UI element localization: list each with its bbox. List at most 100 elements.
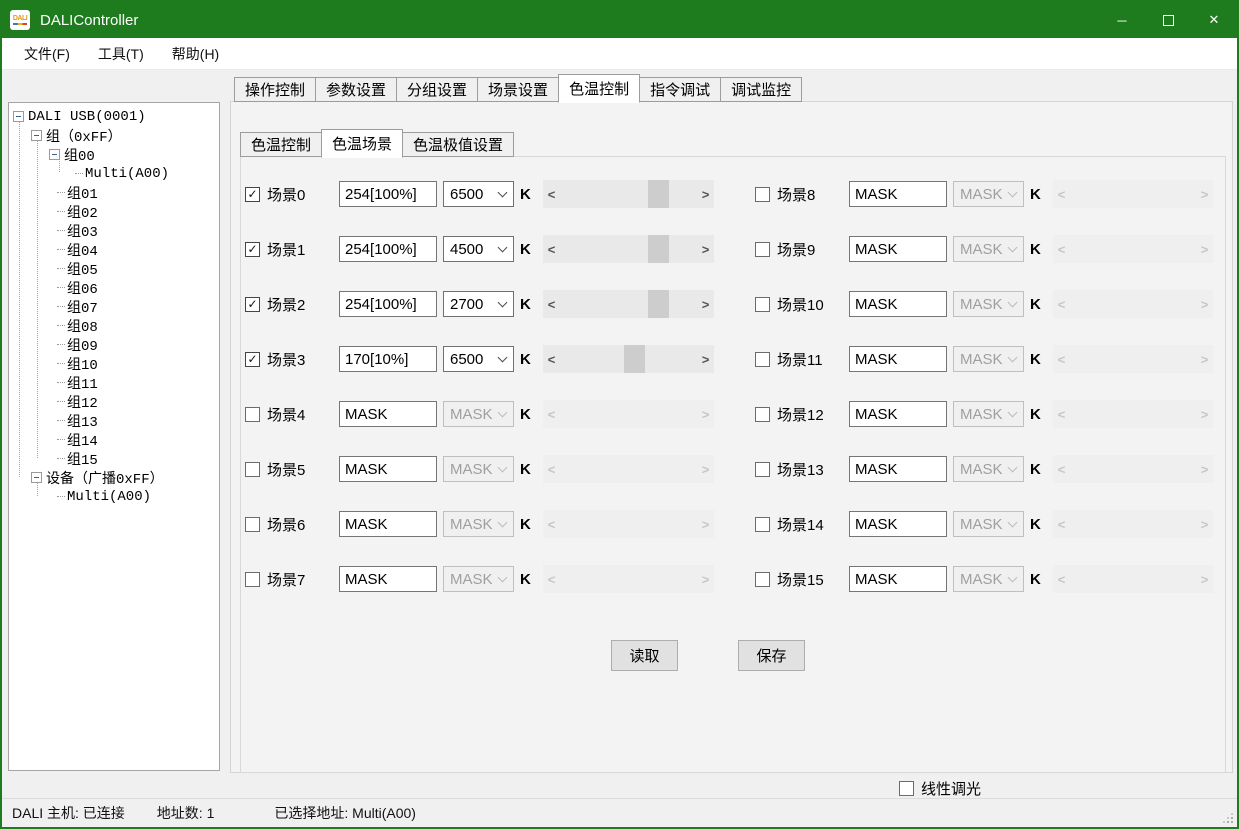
scroll-left-icon[interactable]: < [1053,565,1070,593]
color-temp-scrollbar[interactable]: < > [1053,290,1213,318]
scrollbar-thumb[interactable] [648,235,669,263]
scroll-right-icon[interactable]: > [697,290,714,318]
tree-item[interactable]: 组15 [9,449,219,468]
level-input[interactable] [339,181,437,207]
level-input[interactable] [339,456,437,482]
scroll-right-icon[interactable]: > [1196,455,1213,483]
scene-checkbox[interactable] [245,407,260,422]
level-input[interactable] [339,566,437,592]
scroll-right-icon[interactable]: > [1196,345,1213,373]
level-input[interactable] [849,346,947,372]
collapse-icon[interactable] [13,111,24,122]
scene-checkbox[interactable] [245,242,260,257]
tree-item[interactable]: 组08 [9,316,219,335]
menu-file[interactable]: 文件(F) [10,38,84,69]
color-temp-combobox[interactable]: MASK [953,236,1024,262]
scroll-right-icon[interactable]: > [1196,180,1213,208]
level-input[interactable] [339,346,437,372]
subtab-color-temp-limits[interactable]: 色温极值设置 [402,132,514,157]
color-temp-combobox[interactable]: MASK [443,511,514,537]
color-temp-scrollbar[interactable]: < > [1053,345,1213,373]
color-temp-combobox[interactable]: MASK [443,566,514,592]
color-temp-combobox[interactable]: MASK [953,511,1024,537]
color-temp-scrollbar[interactable]: < > [543,235,714,263]
scroll-right-icon[interactable]: > [697,455,714,483]
scene-checkbox[interactable] [245,352,260,367]
scene-checkbox[interactable] [245,187,260,202]
color-temp-combobox[interactable]: MASK [443,456,514,482]
read-button[interactable]: 读取 [611,640,678,671]
tree-item[interactable]: 组14 [9,430,219,449]
color-temp-combobox[interactable]: MASK [443,401,514,427]
color-temp-combobox[interactable]: 6500 [443,181,514,207]
color-temp-scrollbar[interactable]: < > [543,180,714,208]
subtab-color-temp-control[interactable]: 色温控制 [240,132,322,157]
color-temp-combobox[interactable]: 2700 [443,291,514,317]
tree-item[interactable]: 组（0xFF） [9,126,219,145]
scroll-left-icon[interactable]: < [1053,400,1070,428]
close-button[interactable]: ✕ [1191,2,1237,38]
collapse-icon[interactable] [49,149,60,160]
scroll-right-icon[interactable]: > [1196,565,1213,593]
tab-parameter-settings[interactable]: 参数设置 [315,77,397,102]
tree-item[interactable]: 组07 [9,297,219,316]
color-temp-scrollbar[interactable]: < > [543,345,714,373]
scene-checkbox[interactable] [755,407,770,422]
tree-item[interactable]: 组01 [9,183,219,202]
color-temp-scrollbar[interactable]: < > [1053,455,1213,483]
scene-checkbox[interactable] [755,462,770,477]
color-temp-combobox[interactable]: MASK [953,456,1024,482]
tree-item[interactable]: Multi(A00) [9,487,219,506]
color-temp-scrollbar[interactable]: < > [1053,400,1213,428]
level-input[interactable] [339,236,437,262]
scrollbar-thumb[interactable] [624,345,645,373]
level-input[interactable] [849,181,947,207]
level-input[interactable] [849,456,947,482]
scroll-right-icon[interactable]: > [1196,235,1213,263]
color-temp-combobox[interactable]: 4500 [443,236,514,262]
scene-checkbox[interactable] [755,187,770,202]
scene-checkbox[interactable] [245,462,260,477]
color-temp-combobox[interactable]: 6500 [443,346,514,372]
scroll-left-icon[interactable]: < [543,510,560,538]
tab-debug-monitor[interactable]: 调试监控 [720,77,802,102]
tab-command-debug[interactable]: 指令调试 [639,77,721,102]
scene-checkbox[interactable] [245,297,260,312]
scroll-left-icon[interactable]: < [543,345,560,373]
tree-item[interactable]: 组12 [9,392,219,411]
scroll-right-icon[interactable]: > [697,400,714,428]
tree-item[interactable]: DALI USB(0001) [9,107,219,126]
scroll-left-icon[interactable]: < [543,290,560,318]
level-input[interactable] [339,291,437,317]
scroll-right-icon[interactable]: > [697,565,714,593]
color-temp-combobox[interactable]: MASK [953,346,1024,372]
tab-scene-settings[interactable]: 场景设置 [477,77,559,102]
scroll-left-icon[interactable]: < [1053,455,1070,483]
level-input[interactable] [339,401,437,427]
linear-dimming-checkbox[interactable] [899,781,914,796]
maximize-button[interactable] [1145,2,1191,38]
color-temp-scrollbar[interactable]: < > [543,290,714,318]
scrollbar-thumb[interactable] [648,180,669,208]
scroll-left-icon[interactable]: < [1053,345,1070,373]
color-temp-scrollbar[interactable]: < > [1053,235,1213,263]
scroll-right-icon[interactable]: > [697,510,714,538]
collapse-icon[interactable] [31,130,42,141]
color-temp-scrollbar[interactable]: < > [1053,565,1213,593]
scroll-right-icon[interactable]: > [697,235,714,263]
scroll-right-icon[interactable]: > [1196,510,1213,538]
scroll-left-icon[interactable]: < [543,180,560,208]
scene-checkbox[interactable] [245,572,260,587]
scroll-right-icon[interactable]: > [1196,290,1213,318]
scroll-left-icon[interactable]: < [1053,510,1070,538]
scene-checkbox[interactable] [755,572,770,587]
color-temp-scrollbar[interactable]: < > [1053,510,1213,538]
scroll-left-icon[interactable]: < [543,455,560,483]
minimize-button[interactable]: ─ [1099,2,1145,38]
color-temp-scrollbar[interactable]: < > [543,400,714,428]
tree-item[interactable]: 设备（广播0xFF） [9,468,219,487]
color-temp-combobox[interactable]: MASK [953,291,1024,317]
scene-checkbox[interactable] [755,517,770,532]
scene-checkbox[interactable] [755,352,770,367]
level-input[interactable] [849,236,947,262]
